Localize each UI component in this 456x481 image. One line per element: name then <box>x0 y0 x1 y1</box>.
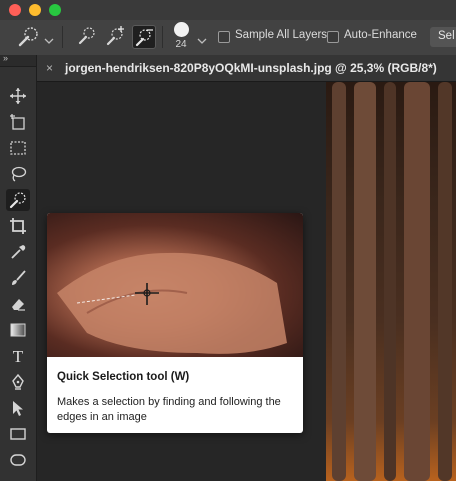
tree-trunk <box>438 82 452 481</box>
brush-size-value: 24 <box>175 39 187 50</box>
ellipse-tool[interactable] <box>6 449 30 471</box>
move-tool[interactable] <box>6 85 30 107</box>
document-tab-bar: × jorgen-hendriksen-820P8yOQkMI-unsplash… <box>37 55 456 82</box>
add-to-selection-button[interactable] <box>104 25 126 47</box>
tool-preset-picker[interactable] <box>16 25 42 49</box>
document-title: jorgen-hendriksen-820P8yOQkMI-unsplash.j… <box>65 61 437 75</box>
path-selection-icon <box>13 401 23 416</box>
pen-tool[interactable] <box>6 371 30 393</box>
brush-icon <box>12 270 26 285</box>
close-tab-icon[interactable]: × <box>46 61 53 75</box>
subtract-from-selection-icon <box>135 29 153 47</box>
hand-illustration <box>57 252 287 354</box>
tree-trunk <box>332 82 346 481</box>
document-tab[interactable]: × jorgen-hendriksen-820P8yOQkMI-unsplash… <box>37 55 456 81</box>
marquee-tool[interactable] <box>6 137 30 159</box>
select-subject-button[interactable]: Sel <box>430 27 456 47</box>
eraser-tool[interactable] <box>6 293 30 315</box>
ellipse-icon <box>10 454 26 466</box>
quick-selection-tool[interactable] <box>6 189 30 211</box>
quick-selection-icon <box>9 192 26 209</box>
type-icon: T <box>13 347 24 365</box>
options-bar: 24 Sample All Layers Auto-Enhance Sel <box>0 20 456 56</box>
tooltip-title: Quick Selection tool (W) <box>57 371 190 383</box>
chevron-down-icon[interactable] <box>197 32 207 44</box>
tree-trunk <box>384 82 396 481</box>
new-selection-icon <box>78 27 95 45</box>
gradient-icon <box>10 323 26 337</box>
path-selection-tool[interactable] <box>6 397 30 419</box>
rectangle-tool[interactable] <box>6 423 30 445</box>
lasso-tool[interactable] <box>6 163 30 185</box>
crop-icon <box>10 218 26 234</box>
rectangular-marquee-icon <box>10 141 26 155</box>
quick-selection-icon <box>18 27 38 47</box>
divider <box>162 26 163 48</box>
collapse-icon: » <box>3 53 8 63</box>
type-glyph: T <box>13 347 24 365</box>
brush-tool[interactable] <box>6 267 30 289</box>
tooltip-description: Makes a selection by finding and followi… <box>57 396 281 423</box>
tool-tooltip: Quick Selection tool (W) Makes a selecti… <box>47 213 303 433</box>
auto-enhance-checkbox[interactable] <box>327 31 339 43</box>
lasso-icon <box>11 166 27 182</box>
brush-preview[interactable] <box>174 22 189 37</box>
subtract-from-selection-button[interactable] <box>132 25 156 49</box>
gradient-tool[interactable] <box>6 319 30 341</box>
forest-photo <box>326 82 456 481</box>
minimize-window-button[interactable] <box>29 4 41 16</box>
divider <box>62 26 63 48</box>
pen-icon <box>12 373 24 390</box>
title-bar <box>0 0 456 20</box>
tree-trunk <box>404 82 430 481</box>
auto-enhance-label: Auto-Enhance <box>344 29 417 41</box>
close-window-button[interactable] <box>9 4 21 16</box>
add-to-selection-icon <box>106 26 124 46</box>
rectangle-icon <box>10 428 26 440</box>
tools-panel-header[interactable]: » <box>0 53 36 67</box>
tree-trunk <box>354 82 376 481</box>
zoom-window-button[interactable] <box>49 4 61 16</box>
type-tool[interactable]: T <box>6 345 30 367</box>
move-icon <box>10 88 26 104</box>
tools-panel: » T <box>0 53 37 481</box>
select-subject-label: Sel <box>438 30 455 42</box>
eyedropper-icon <box>11 245 26 259</box>
sample-all-layers-label: Sample All Layers <box>235 29 328 41</box>
artboard-tool[interactable] <box>6 111 30 133</box>
eraser-icon <box>12 299 25 311</box>
chevron-down-icon[interactable] <box>44 32 54 44</box>
sample-all-layers-checkbox[interactable] <box>218 31 230 43</box>
artboard-icon <box>10 114 25 130</box>
tooltip-preview-image <box>47 213 303 357</box>
eyedropper-tool[interactable] <box>6 241 30 263</box>
crop-tool[interactable] <box>6 215 30 237</box>
new-selection-button[interactable] <box>76 25 98 47</box>
